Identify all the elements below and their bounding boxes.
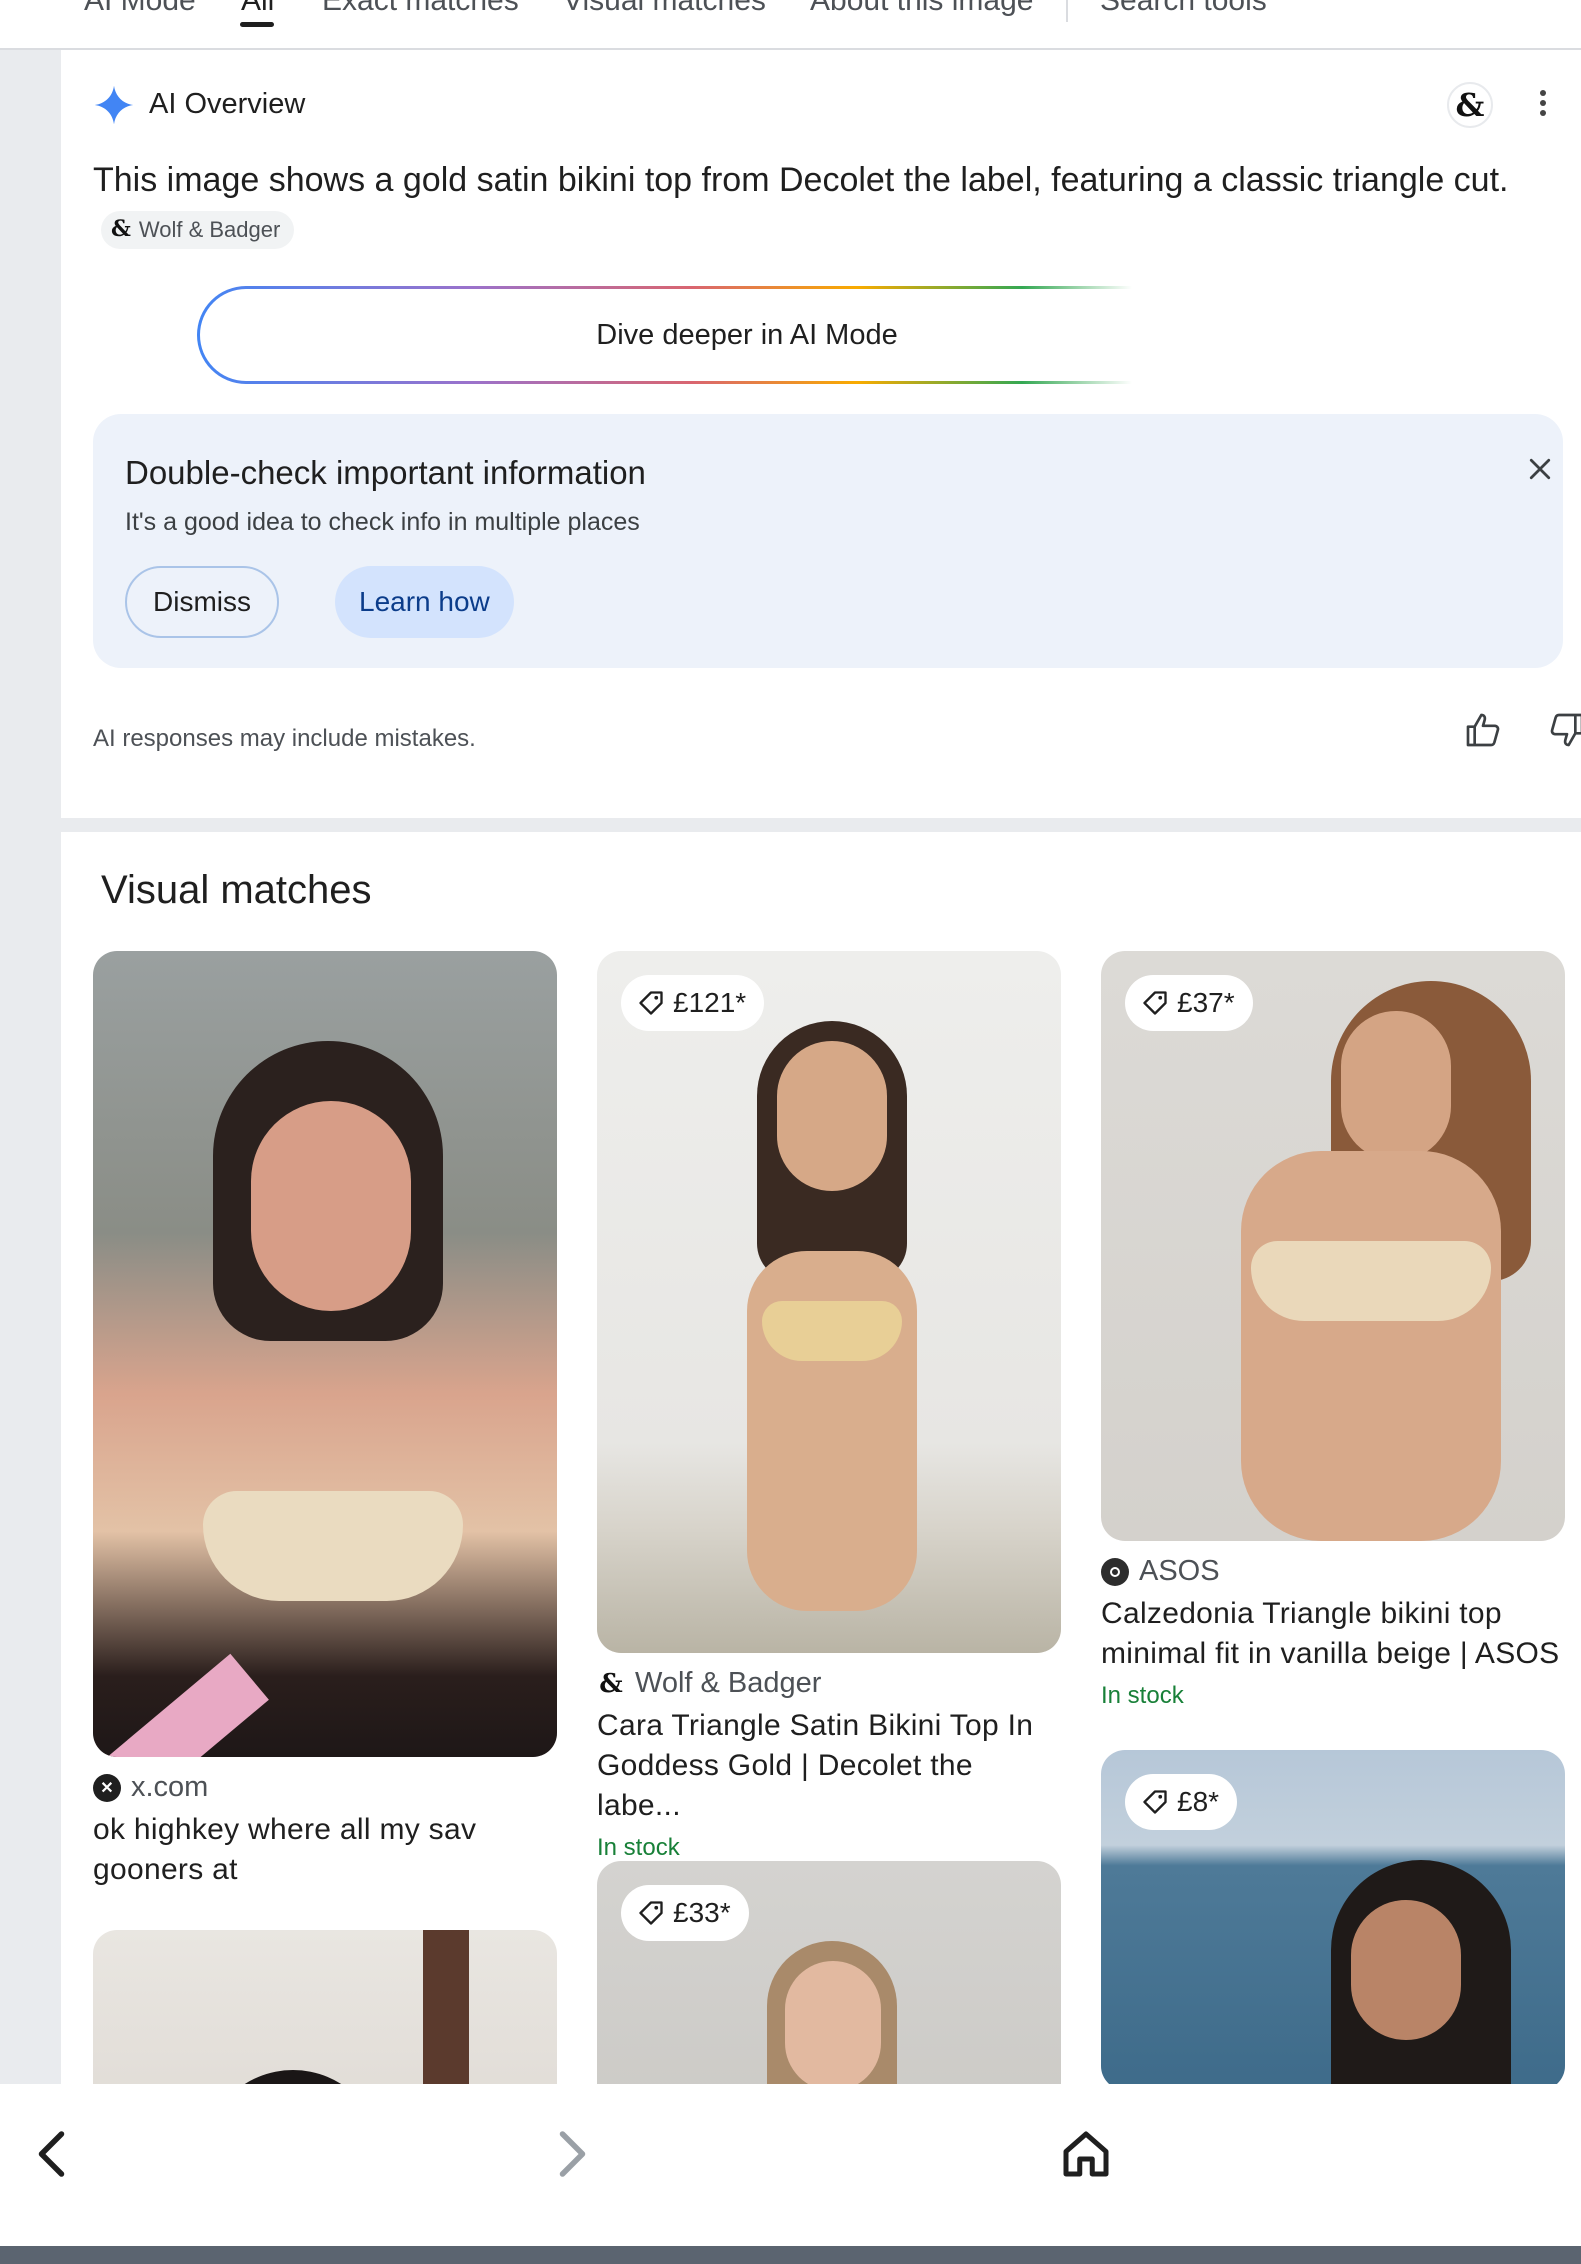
visual-matches-heading: Visual matches (101, 868, 372, 912)
match-source: & Wolf & Badger (597, 1667, 1061, 1700)
chevron-right-icon[interactable] (540, 2124, 600, 2184)
tab-visual-matches[interactable]: Visual matches (563, 0, 766, 18)
match-card[interactable]: £33* (597, 1861, 1061, 2084)
body-shape (1241, 1151, 1501, 1541)
active-tab-indicator (240, 22, 274, 27)
match-card[interactable]: £121* & Wolf & Badger Cara Triangle Sati… (597, 951, 1061, 1862)
ai-overview-title: AI Overview (149, 88, 306, 120)
match-title[interactable]: ok highkey where all my sav gooners at (93, 1810, 557, 1890)
price-tag-icon (1143, 991, 1167, 1015)
price-badge: £33* (621, 1885, 749, 1941)
bikini-top-shape (203, 1491, 463, 1601)
face-shape (1341, 1011, 1451, 1161)
face-shape (251, 1101, 411, 1311)
stock-status: In stock (1101, 1682, 1184, 1709)
notice-subtitle: It's a good idea to check info in multip… (125, 508, 640, 536)
bottom-navigation-bar (0, 2084, 1581, 2246)
stock-status: In stock (597, 1834, 680, 1861)
price-badge: £8* (1125, 1774, 1238, 1830)
thumbs-up-icon[interactable] (1463, 710, 1503, 750)
search-tabs: AI Mode All Exact matches Visual matches… (0, 0, 1581, 50)
wolf-badger-icon: & (111, 216, 131, 242)
face-shape (1351, 1900, 1461, 2040)
double-check-notice: Double-check important information It's … (93, 414, 1563, 668)
learn-how-button[interactable]: Learn how (335, 566, 514, 638)
wolf-badger-icon: & (599, 1668, 623, 1699)
chevron-left-icon[interactable] (24, 2124, 84, 2184)
home-icon[interactable] (1056, 2124, 1116, 2184)
ai-summary: This image shows a gold satin bikini top… (93, 161, 1509, 199)
dark-stripe-shape (423, 1930, 469, 2084)
match-card[interactable]: £37* ASOS Calzedonia Triangle bikini top… (1101, 951, 1565, 1710)
match-source-label: ASOS (1139, 1555, 1220, 1587)
match-image[interactable]: £33* (597, 1861, 1061, 2084)
tab-all[interactable]: All (241, 0, 274, 18)
close-icon[interactable] (1525, 454, 1555, 484)
tab-ai-mode[interactable]: AI Mode (84, 0, 196, 18)
more-options-icon[interactable] (1533, 86, 1553, 126)
face-shape (785, 1961, 881, 2084)
dive-deeper-label: Dive deeper in AI Mode (596, 318, 898, 351)
price-label: £8* (1177, 1786, 1220, 1817)
match-card[interactable]: £8* (1101, 1750, 1565, 2084)
match-title[interactable]: Cara Triangle Satin Bikini Top In Goddes… (597, 1706, 1061, 1826)
towel-shape (93, 1653, 269, 1757)
ai-disclaimer: AI responses may include mistakes. (93, 725, 476, 752)
ai-overview-card: AI Overview & This image shows a gold sa… (61, 50, 1581, 818)
match-image[interactable] (93, 1930, 557, 2084)
visual-matches-panel: Visual matches ✕ x.com ok highkey where … (61, 832, 1581, 2084)
source-avatar[interactable]: & (1447, 82, 1493, 128)
gemini-spark-icon (94, 85, 134, 125)
tab-about-this-image[interactable]: About this image (810, 0, 1033, 18)
x-logo-icon: ✕ (93, 1773, 121, 1802)
match-source: ASOS (1101, 1555, 1565, 1588)
thumbs-down-icon[interactable] (1547, 710, 1581, 750)
price-badge: £37* (1125, 975, 1253, 1031)
tab-search-tools[interactable]: Search tools (1100, 0, 1267, 18)
match-source-label: Wolf & Badger (635, 1667, 822, 1699)
face-shape (777, 1041, 887, 1191)
match-image[interactable]: £37* (1101, 951, 1565, 1541)
price-badge: £121* (621, 975, 765, 1031)
dismiss-button[interactable]: Dismiss (125, 566, 279, 638)
dive-deeper-button[interactable]: Dive deeper in AI Mode (197, 286, 1297, 384)
notice-title: Double-check important information (125, 454, 646, 491)
match-image[interactable]: £8* (1101, 1750, 1565, 2084)
price-label: £33* (673, 1897, 731, 1928)
price-label: £37* (1177, 987, 1235, 1018)
match-title[interactable]: Calzedonia Triangle bikini top minimal f… (1101, 1594, 1565, 1674)
tab-divider (1066, 0, 1068, 22)
bikini-top-shape (762, 1301, 902, 1361)
match-card[interactable]: ✕ x.com ok highkey where all my sav goon… (93, 951, 557, 1890)
bikini-top-shape (1251, 1241, 1491, 1321)
device-bottom-strip (0, 2246, 1581, 2264)
match-image[interactable]: £121* (597, 951, 1061, 1653)
ai-overview-text: This image shows a gold satin bikini top… (93, 156, 1513, 254)
source-chip-label: Wolf & Badger (138, 217, 281, 242)
match-source-label: x.com (131, 1771, 209, 1803)
source-chip[interactable]: & Wolf & Badger (101, 210, 295, 249)
tab-exact-matches[interactable]: Exact matches (322, 0, 519, 18)
match-image[interactable] (93, 951, 557, 1757)
hair-shape (203, 2070, 383, 2084)
match-source: ✕ x.com (93, 1771, 557, 1804)
price-tag-icon (639, 1901, 663, 1925)
price-label: £121* (673, 987, 747, 1018)
match-card[interactable] (93, 1930, 557, 2084)
price-tag-icon (639, 991, 663, 1015)
asos-icon (1101, 1557, 1129, 1586)
price-tag-icon (1143, 1790, 1167, 1814)
